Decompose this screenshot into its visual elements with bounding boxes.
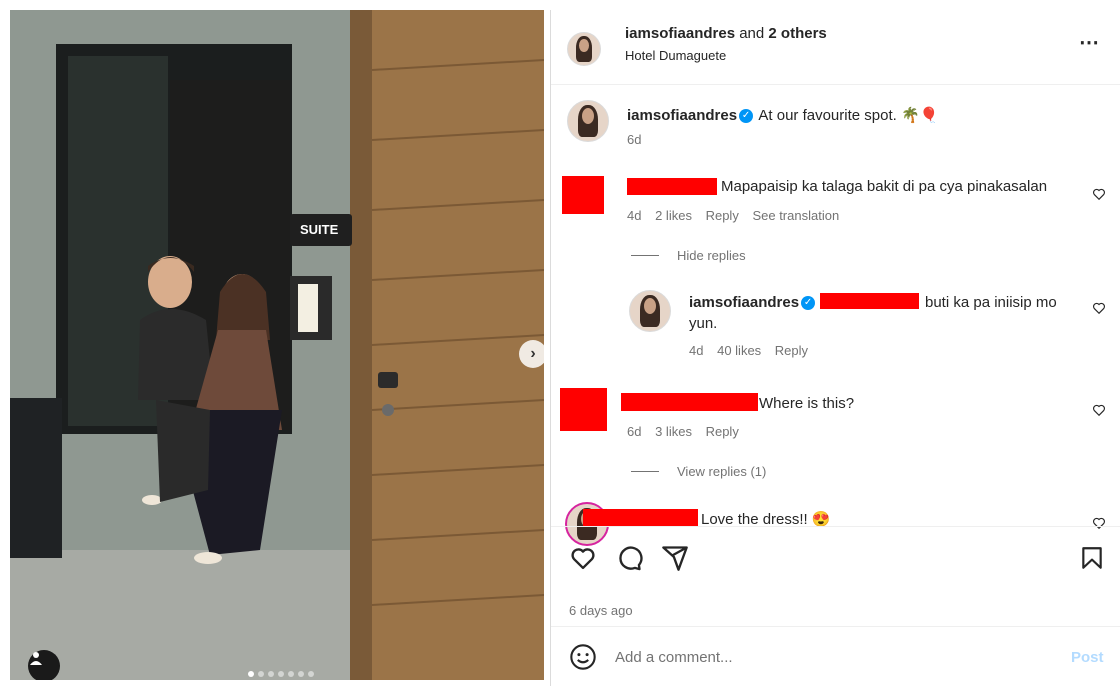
emoji-icon[interactable]: [569, 643, 597, 671]
comment-time: 4d: [627, 208, 642, 223]
post-comment-button[interactable]: Post: [1071, 649, 1104, 666]
caption-time: 6d: [627, 132, 642, 147]
redacted-avatar: [562, 176, 604, 214]
comment-icon[interactable]: [615, 544, 643, 572]
post-actions: 6 days ago: [551, 526, 1120, 627]
post-side-panel: iamsofiaandres and 2 others Hotel Dumagu…: [550, 10, 1120, 686]
carousel-dot: [288, 671, 294, 677]
reply-button[interactable]: Reply: [706, 208, 739, 223]
reply-text-line2: yun.: [689, 315, 718, 332]
share-icon[interactable]: [661, 544, 689, 572]
like-comment-icon[interactable]: [1092, 187, 1106, 201]
verified-icon: ✓: [801, 296, 816, 311]
redacted-username: [621, 393, 758, 411]
like-comment-icon[interactable]: [1092, 403, 1106, 417]
carousel-dots: [248, 671, 314, 677]
caption-avatar[interactable]: [567, 100, 609, 142]
reply-time: 4d: [689, 343, 704, 358]
comment-meta: 6d 3 likes Reply: [627, 424, 739, 439]
replies-divider: [631, 255, 659, 256]
like-comment-icon[interactable]: [1092, 301, 1106, 315]
photo-illustration: [10, 10, 544, 680]
view-replies-button[interactable]: View replies (1): [677, 464, 766, 479]
reply-text-line1: buti ka pa iniisip mo: [925, 294, 1057, 311]
reply-likes[interactable]: 40 likes: [717, 343, 761, 358]
next-arrow-icon[interactable]: ›: [519, 340, 544, 368]
post-photo[interactable]: SUITE ›: [10, 10, 544, 680]
suite-sign: SUITE: [300, 222, 339, 237]
redacted-mention: [820, 293, 919, 309]
reply-button[interactable]: Reply: [706, 424, 739, 439]
add-comment-bar: Add a comment... Post: [551, 626, 1120, 687]
hide-replies-button[interactable]: Hide replies: [677, 248, 746, 263]
caption-author[interactable]: iamsofiaandres: [627, 107, 737, 124]
post-authors: iamsofiaandres and 2 others: [625, 25, 827, 42]
comment-time: 6d: [627, 424, 642, 439]
carousel-dot: [298, 671, 304, 677]
post-header: iamsofiaandres and 2 others Hotel Dumagu…: [551, 10, 1120, 85]
carousel-dot: [308, 671, 314, 677]
comment-text: Where is this?: [759, 395, 855, 412]
post-location[interactable]: Hotel Dumaguete: [625, 48, 726, 63]
carousel-dot: [278, 671, 284, 677]
replies-divider: [631, 471, 659, 472]
comment-text: Mapapaisip ka talaga bakit di pa cya pin…: [721, 178, 1048, 195]
more-options-icon[interactable]: ⋯: [1079, 30, 1100, 55]
comment-likes[interactable]: 2 likes: [655, 208, 692, 223]
user-tag-icon[interactable]: [28, 650, 60, 680]
reply-button[interactable]: Reply: [775, 343, 808, 358]
carousel-dot: [258, 671, 264, 677]
reply-author[interactable]: iamsofiaandres: [689, 294, 799, 311]
redacted-avatar: [560, 388, 607, 431]
reply-meta: 4d 40 likes Reply: [689, 343, 808, 358]
redacted-username: [627, 178, 717, 195]
post-modal: SUITE › iamsofiaandres and 2 others Hote…: [0, 0, 1120, 686]
reply-header: iamsofiaandres ✓: [689, 294, 817, 311]
author-username[interactable]: iamsofiaandres: [625, 25, 735, 42]
collab-suffix: and: [739, 25, 765, 42]
verified-icon: ✓: [739, 109, 754, 124]
carousel-dot: [268, 671, 274, 677]
comment-likes[interactable]: 3 likes: [655, 424, 692, 439]
post-timestamp: 6 days ago: [569, 603, 633, 618]
heart-icon[interactable]: [569, 544, 597, 572]
comment-meta: 4d 2 likes Reply See translation: [627, 208, 839, 223]
redacted-username: [583, 509, 698, 526]
carousel-dot: [248, 671, 254, 677]
comment-input[interactable]: Add a comment...: [615, 649, 733, 666]
bookmark-icon[interactable]: [1079, 544, 1105, 572]
collab-others-link[interactable]: 2 others: [768, 25, 826, 42]
reply-avatar[interactable]: [629, 290, 671, 332]
author-avatar[interactable]: [567, 32, 601, 66]
caption: iamsofiaandres ✓ At our favourite spot. 🌴…: [627, 106, 938, 124]
see-translation-button[interactable]: See translation: [752, 208, 839, 223]
caption-text: At our favourite spot. 🌴🎈: [758, 107, 939, 124]
